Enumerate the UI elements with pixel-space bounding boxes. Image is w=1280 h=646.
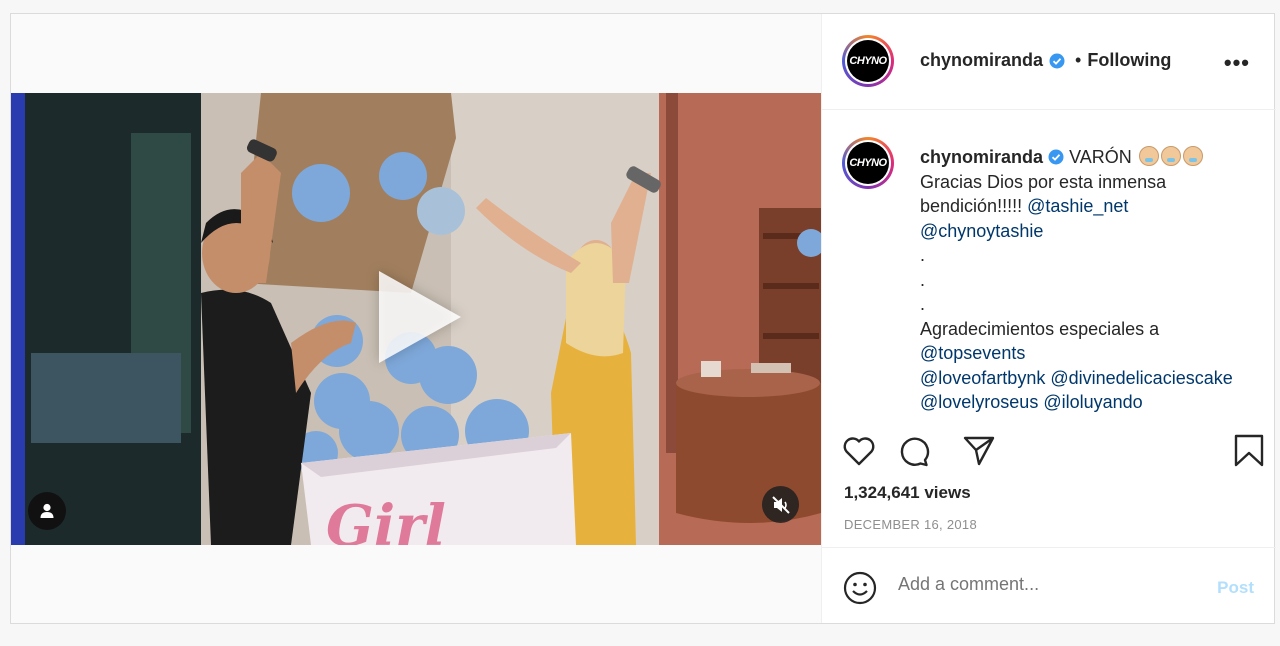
video-player[interactable]: Girl bbox=[11, 93, 821, 545]
caption-username[interactable]: chynomiranda bbox=[920, 147, 1043, 167]
details-panel: CHYNO chynomiranda • Following ••• CHYNO… bbox=[821, 14, 1276, 623]
view-count[interactable]: 1,324,641 views bbox=[844, 483, 971, 503]
user-icon bbox=[40, 503, 54, 518]
more-options-icon[interactable]: ••• bbox=[1224, 50, 1250, 76]
caption-dot: . bbox=[920, 294, 926, 314]
media-panel: Girl bbox=[11, 14, 821, 623]
caption-dot: . bbox=[920, 269, 926, 290]
header-user-row: chynomiranda • Following bbox=[920, 50, 1171, 71]
header-username[interactable]: chynomiranda bbox=[920, 50, 1043, 71]
caption-avatar[interactable]: CHYNO bbox=[842, 137, 894, 189]
caption-text-3: Agradecimientos especiales a bbox=[920, 318, 1160, 339]
baby-emoji-icon bbox=[1138, 146, 1159, 166]
caption-text-1: VARÓN bbox=[1069, 147, 1132, 167]
play-icon[interactable] bbox=[379, 271, 461, 363]
comment-box: Post bbox=[822, 547, 1276, 623]
mention-link[interactable]: @tashie_net bbox=[1027, 196, 1128, 216]
verified-icon bbox=[1048, 149, 1064, 165]
mention-link[interactable]: @lovelyroseus bbox=[920, 392, 1038, 412]
post-date[interactable]: DECEMBER 16, 2018 bbox=[844, 517, 977, 532]
avatar[interactable]: CHYNO bbox=[842, 35, 894, 87]
speaker-muted-icon bbox=[771, 495, 790, 514]
comment-icon bbox=[900, 437, 930, 467]
mention-link[interactable]: @topsevents bbox=[920, 343, 1025, 363]
box-text: Girl bbox=[326, 493, 446, 545]
tagged-user-button[interactable] bbox=[28, 492, 66, 530]
comment-button[interactable] bbox=[894, 432, 932, 470]
post-header: CHYNO chynomiranda • Following ••• bbox=[822, 14, 1276, 110]
mute-button[interactable] bbox=[762, 486, 799, 523]
verified-icon bbox=[1049, 53, 1065, 68]
post-button[interactable]: Post bbox=[1217, 578, 1254, 598]
bookmark-icon bbox=[1234, 434, 1264, 467]
header-separator: • bbox=[1075, 50, 1082, 70]
heart-icon bbox=[843, 437, 875, 466]
mention-link[interactable]: @chynoytashie bbox=[920, 221, 1043, 241]
caption: chynomiranda VARÓN Gracias Dios por esta… bbox=[920, 145, 1255, 415]
comment-input[interactable] bbox=[898, 574, 1198, 595]
caption-avatar-logo: CHYNO bbox=[847, 142, 889, 184]
mention-link[interactable]: @iloluyando bbox=[1043, 392, 1142, 412]
post-container: Girl CHYNO chynomiranda • Following ••• … bbox=[10, 13, 1276, 624]
avatar-logo: CHYNO bbox=[847, 40, 889, 82]
mention-link[interactable]: @divinedelicaciescake bbox=[1050, 368, 1232, 388]
following-button[interactable]: Following bbox=[1087, 50, 1171, 71]
send-icon bbox=[963, 436, 995, 466]
baby-emoji-icon bbox=[1182, 146, 1203, 166]
like-button[interactable] bbox=[840, 432, 878, 470]
action-bar bbox=[822, 432, 1276, 476]
baby-emoji-icon bbox=[1160, 146, 1181, 166]
mention-link[interactable]: @loveofartbynk bbox=[920, 368, 1045, 388]
save-button[interactable] bbox=[1230, 432, 1268, 470]
emoji-icon[interactable] bbox=[842, 570, 878, 606]
caption-dot: . bbox=[920, 245, 926, 265]
share-button[interactable] bbox=[960, 432, 998, 470]
